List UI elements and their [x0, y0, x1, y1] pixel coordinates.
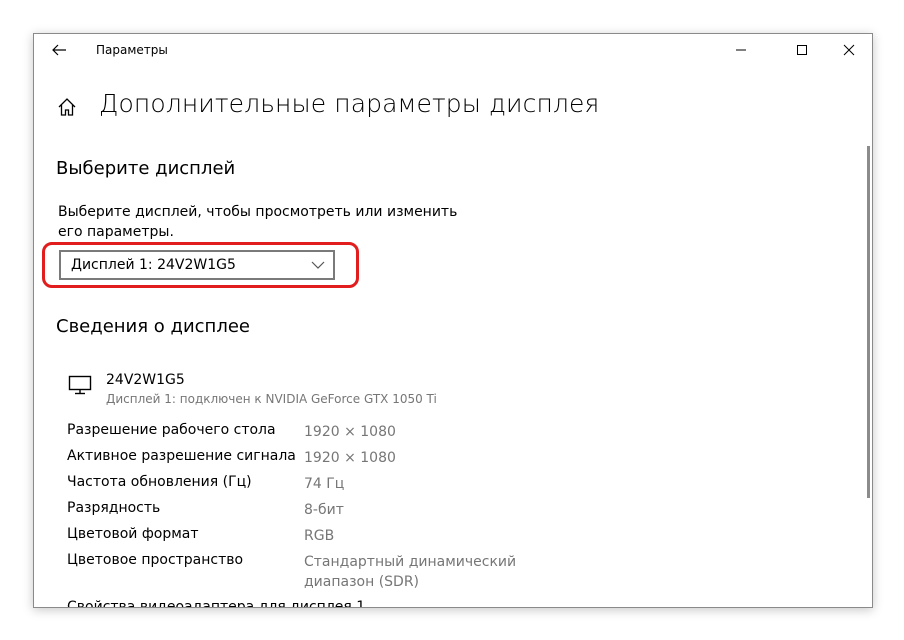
display-select-value: Дисплей 1: 24V2W1G5 — [71, 257, 236, 273]
prop-label-desktop-resolution: Разрешение рабочего стола — [67, 422, 276, 438]
prop-value-desktop-resolution: 1920 × 1080 — [304, 424, 396, 440]
maximize-button[interactable] — [779, 38, 825, 62]
prop-label-color-format: Цветовой формат — [67, 526, 199, 542]
prop-label-active-resolution: Активное разрешение сигнала — [67, 448, 296, 464]
home-button[interactable] — [56, 96, 78, 118]
display-select-dropdown[interactable]: Дисплей 1: 24V2W1G5 — [59, 250, 335, 280]
prop-value-active-resolution: 1920 × 1080 — [304, 450, 396, 466]
settings-window: Параметры Дополнительные параметры диспл… — [33, 33, 873, 608]
prop-value-bit-depth: 8-бит — [304, 502, 344, 518]
back-button[interactable] — [48, 40, 70, 60]
prop-value-color-format: RGB — [304, 528, 335, 544]
scrollbar[interactable] — [867, 146, 870, 498]
close-button[interactable] — [826, 38, 872, 62]
home-icon — [58, 98, 76, 116]
minimize-icon — [736, 49, 746, 51]
display-subtitle: Дисплей 1: подключен к NVIDIA GeForce GT… — [106, 392, 437, 406]
maximize-icon — [797, 45, 807, 55]
display-name: 24V2W1G5 — [106, 372, 185, 388]
back-arrow-icon — [52, 44, 66, 56]
title-bar: Параметры — [34, 34, 872, 66]
prop-value-color-space: Стандартный динамический диапазон (SDR) — [304, 554, 517, 590]
prop-label-color-space: Цветовое пространство — [67, 552, 244, 568]
page-title: Дополнительные параметры дисплея — [99, 89, 600, 118]
section-title-display-info: Сведения о дисплее — [56, 316, 250, 337]
prop-label-bit-depth: Разрядность — [67, 500, 161, 516]
section-title-select-display: Выберите дисплей — [56, 158, 236, 179]
prop-label-refresh-rate: Частота обновления (Гц) — [67, 474, 252, 490]
monitor-icon — [68, 375, 92, 395]
close-icon — [843, 44, 855, 56]
app-title: Параметры — [96, 43, 168, 57]
chevron-down-icon — [311, 261, 325, 269]
prop-value-refresh-rate: 74 Гц — [304, 476, 345, 492]
select-display-description: Выберите дисплей, чтобы просмотреть или … — [58, 204, 458, 240]
adapter-properties-link[interactable]: Свойства видеоадаптера для дисплея 1 — [67, 599, 365, 607]
minimize-button[interactable] — [718, 38, 764, 62]
